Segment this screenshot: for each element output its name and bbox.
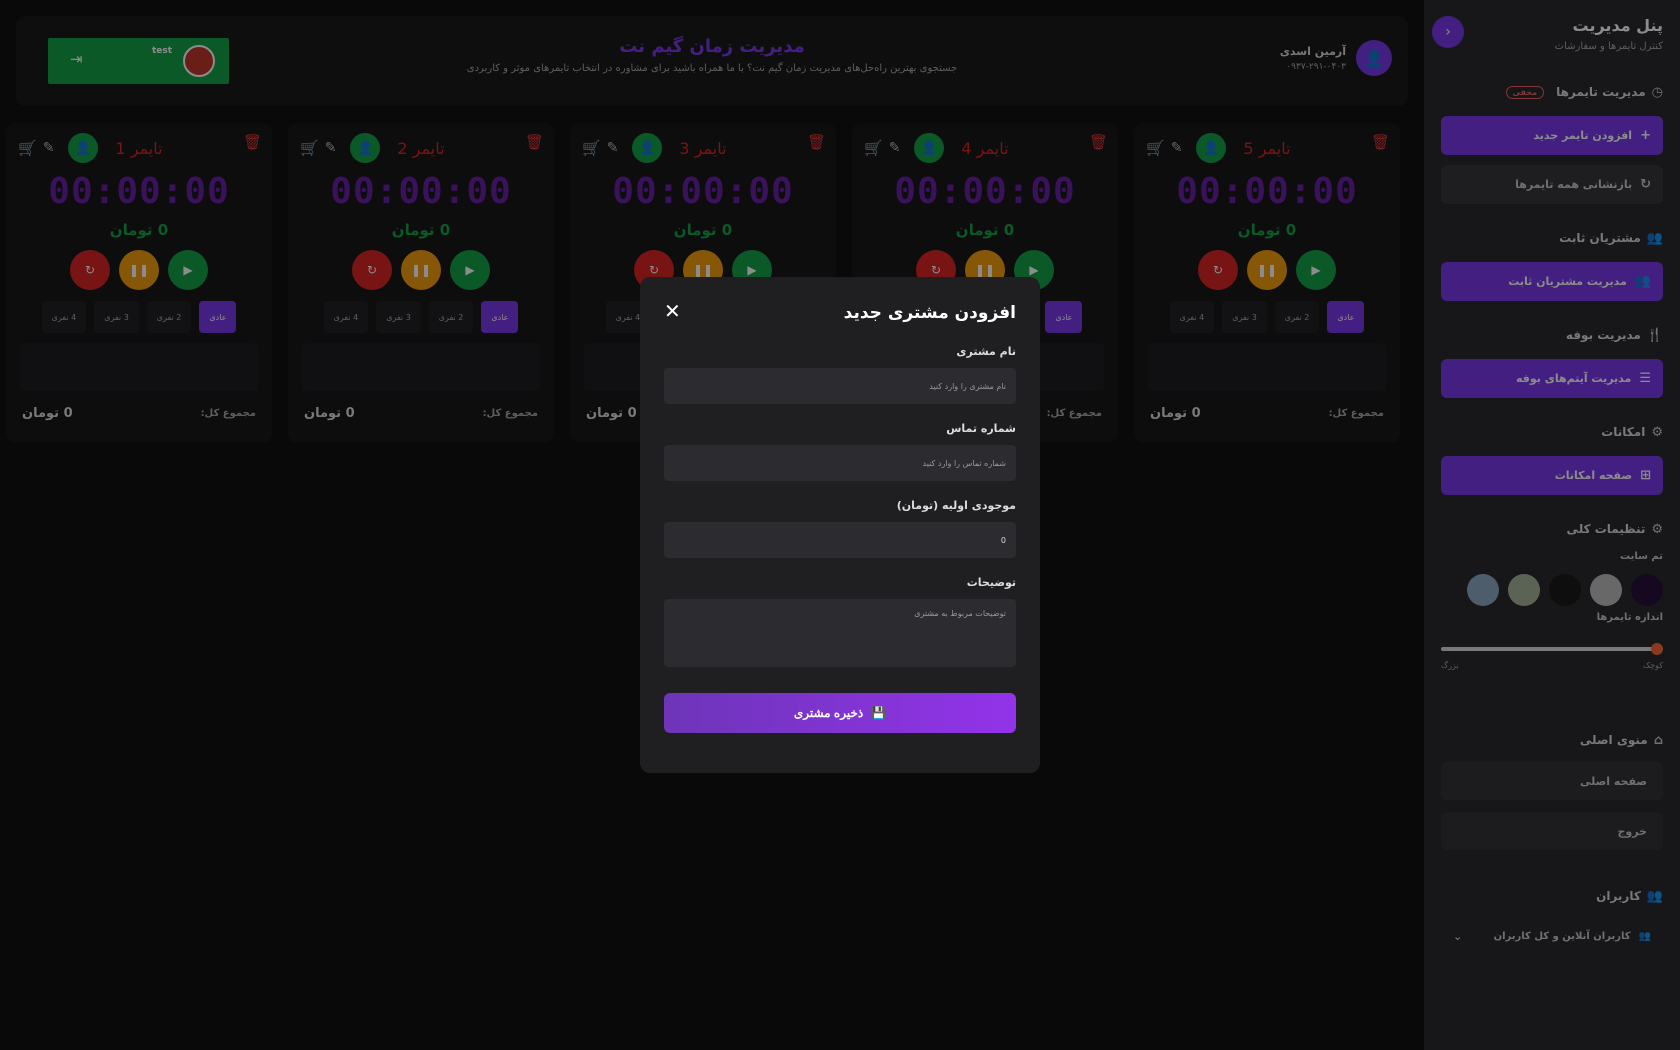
close-icon[interactable]: ✕ (664, 299, 681, 323)
notes-textarea[interactable] (664, 599, 1016, 667)
notes-label: توضیحات (966, 576, 1016, 589)
save-icon: 💾 (871, 706, 887, 720)
customer-name-input[interactable] (664, 368, 1016, 404)
balance-input[interactable] (664, 522, 1016, 558)
save-customer-button[interactable]: 💾 ذخیره مشتری (664, 693, 1016, 733)
save-customer-label: ذخیره مشتری (793, 706, 864, 720)
add-customer-modal: ✕ افزودن مشتری جدید نام مشتری شماره تماس… (640, 277, 1040, 773)
phone-input[interactable] (664, 445, 1016, 481)
modal-title: افزودن مشتری جدید (843, 303, 1016, 323)
phone-label: شماره تماس (946, 422, 1016, 435)
customer-name-label: نام مشتری (956, 345, 1016, 358)
balance-label: موجودی اولیه (تومان) (896, 499, 1016, 512)
